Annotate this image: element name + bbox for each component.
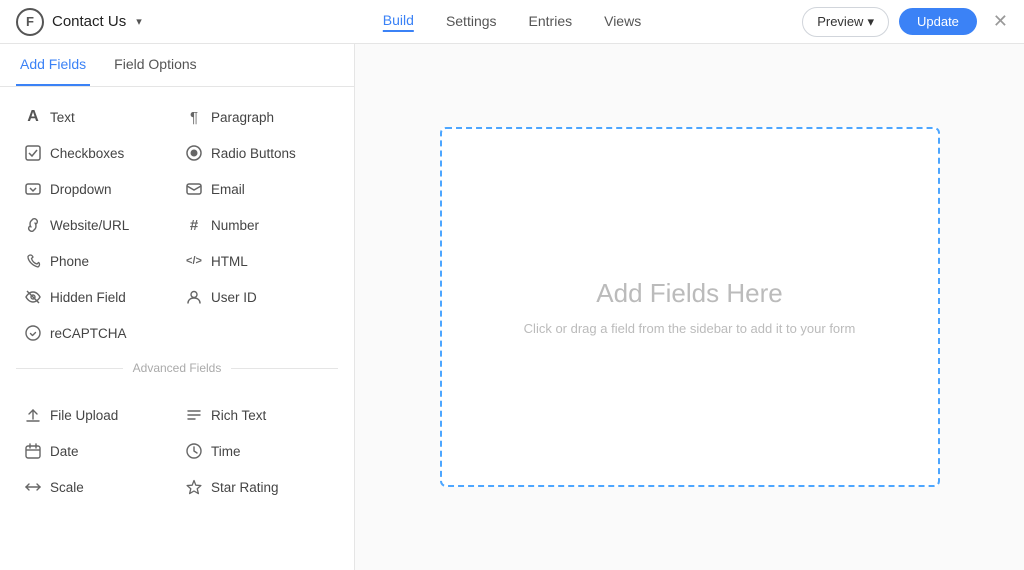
topbar: F Contact Us ▾ Build Settings Entries Vi…	[0, 0, 1024, 44]
sidebar-tabs: Add Fields Field Options	[0, 44, 354, 87]
field-phone[interactable]: Phone	[16, 243, 177, 279]
field-url[interactable]: Website/URL	[16, 207, 177, 243]
scale-icon	[24, 478, 42, 496]
field-text[interactable]: A Text	[16, 99, 177, 135]
basic-fields-grid: A Text ¶ Paragraph Checkboxes Radio But	[0, 87, 354, 351]
advanced-fields-grid: File Upload Rich Text Date	[0, 385, 354, 505]
field-time[interactable]: Time	[177, 433, 338, 469]
field-text-label: Text	[50, 110, 75, 125]
file-upload-icon	[24, 406, 42, 424]
form-title: Contact Us	[52, 13, 126, 30]
topbar-nav: Build Settings Entries Views	[383, 12, 641, 32]
drop-zone-title: Add Fields Here	[596, 278, 782, 309]
field-scale-label: Scale	[50, 480, 84, 495]
field-number[interactable]: # Number	[177, 207, 338, 243]
radio-icon	[185, 144, 203, 162]
advanced-section-label: Advanced Fields	[133, 361, 222, 375]
userid-icon	[185, 288, 203, 306]
field-recaptcha[interactable]: reCAPTCHA	[16, 315, 177, 351]
field-checkboxes[interactable]: Checkboxes	[16, 135, 177, 171]
field-email-label: Email	[211, 182, 245, 197]
field-file-upload[interactable]: File Upload	[16, 397, 177, 433]
field-url-label: Website/URL	[50, 218, 129, 233]
field-html-label: HTML	[211, 254, 248, 269]
field-file-upload-label: File Upload	[50, 408, 118, 423]
field-radio-label: Radio Buttons	[211, 146, 296, 161]
form-canvas: Add Fields Here Click or drag a field fr…	[355, 44, 1024, 570]
hidden-icon	[24, 288, 42, 306]
url-icon	[24, 216, 42, 234]
field-hidden-label: Hidden Field	[50, 290, 126, 305]
field-date-label: Date	[50, 444, 79, 459]
field-hidden[interactable]: Hidden Field	[16, 279, 177, 315]
field-dropdown-label: Dropdown	[50, 182, 112, 197]
field-number-label: Number	[211, 218, 259, 233]
field-userid[interactable]: User ID	[177, 279, 338, 315]
html-icon: </>	[185, 252, 203, 270]
nav-build[interactable]: Build	[383, 12, 414, 32]
field-recaptcha-label: reCAPTCHA	[50, 326, 127, 341]
dropdown-icon	[24, 180, 42, 198]
field-phone-label: Phone	[50, 254, 89, 269]
form-title-chevron-icon[interactable]: ▾	[136, 15, 142, 28]
drop-zone[interactable]: Add Fields Here Click or drag a field fr…	[440, 127, 940, 487]
field-userid-label: User ID	[211, 290, 257, 305]
nav-entries[interactable]: Entries	[529, 13, 573, 31]
main-layout: Add Fields Field Options A Text ¶ Paragr…	[0, 44, 1024, 570]
field-star-rating[interactable]: Star Rating	[177, 469, 338, 505]
field-rich-text[interactable]: Rich Text	[177, 397, 338, 433]
phone-icon	[24, 252, 42, 270]
tab-field-options[interactable]: Field Options	[110, 44, 200, 86]
drop-zone-subtitle: Click or drag a field from the sidebar t…	[524, 321, 856, 336]
field-html[interactable]: </> HTML	[177, 243, 338, 279]
field-star-rating-label: Star Rating	[211, 480, 279, 495]
field-dropdown[interactable]: Dropdown	[16, 171, 177, 207]
recaptcha-icon	[24, 324, 42, 342]
date-icon	[24, 442, 42, 460]
star-rating-icon	[185, 478, 203, 496]
email-icon	[185, 180, 203, 198]
nav-settings[interactable]: Settings	[446, 13, 497, 31]
advanced-section-divider: Advanced Fields	[0, 351, 354, 385]
field-radio[interactable]: Radio Buttons	[177, 135, 338, 171]
field-time-label: Time	[211, 444, 241, 459]
nav-views[interactable]: Views	[604, 13, 641, 31]
number-icon: #	[185, 216, 203, 234]
paragraph-icon: ¶	[185, 108, 203, 126]
sidebar: Add Fields Field Options A Text ¶ Paragr…	[0, 44, 355, 570]
field-paragraph-label: Paragraph	[211, 110, 274, 125]
preview-button[interactable]: Preview ▾	[802, 7, 889, 37]
time-icon	[185, 442, 203, 460]
field-scale[interactable]: Scale	[16, 469, 177, 505]
rich-text-icon	[185, 406, 203, 424]
field-checkboxes-label: Checkboxes	[50, 146, 124, 161]
app-icon: F	[16, 8, 44, 36]
close-button[interactable]: ✕	[993, 11, 1008, 32]
field-paragraph[interactable]: ¶ Paragraph	[177, 99, 338, 135]
text-icon: A	[24, 108, 42, 126]
field-date[interactable]: Date	[16, 433, 177, 469]
checkbox-icon	[24, 144, 42, 162]
field-email[interactable]: Email	[177, 171, 338, 207]
preview-chevron-icon: ▾	[867, 14, 874, 30]
topbar-left: F Contact Us ▾	[16, 8, 142, 36]
update-button[interactable]: Update	[899, 8, 977, 35]
tab-add-fields[interactable]: Add Fields	[16, 44, 90, 86]
field-rich-text-label: Rich Text	[211, 408, 266, 423]
topbar-right: Preview ▾ Update ✕	[802, 7, 1008, 37]
